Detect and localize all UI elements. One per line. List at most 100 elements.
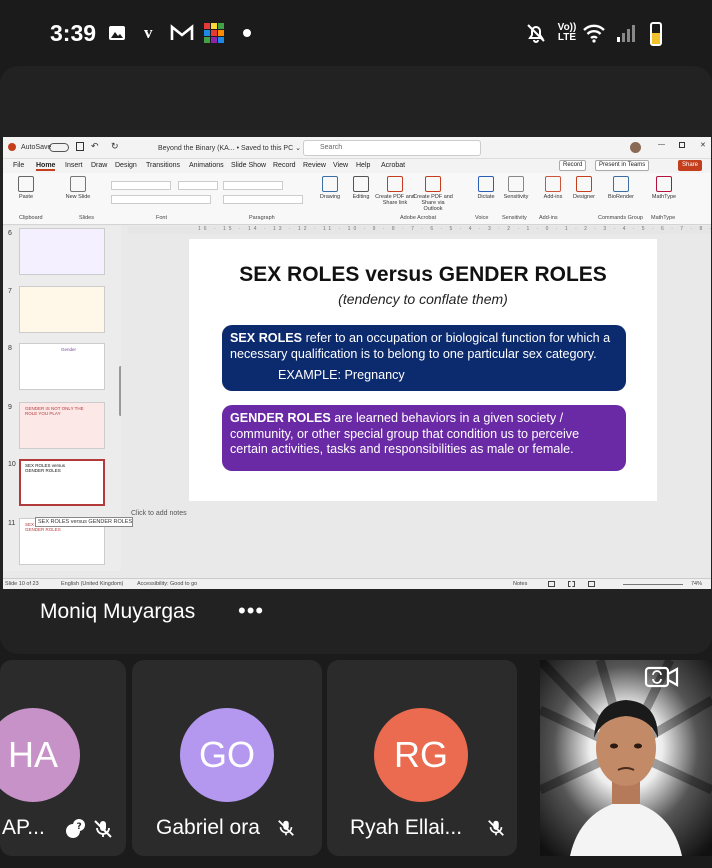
thumbnail-number: 11 — [8, 520, 16, 527]
switch-camera-icon[interactable] — [644, 666, 680, 688]
thumbnail-number: 10 — [8, 461, 16, 468]
menu-tab-help[interactable]: Help — [356, 162, 370, 169]
muted-mic-icon — [276, 818, 296, 840]
ribbon-control[interactable] — [223, 181, 283, 190]
ribbon-group-label: Clipboard — [19, 215, 43, 221]
ribbon-button-dictate[interactable]: Dictate — [471, 176, 501, 200]
zoom-level[interactable]: 74% — [691, 581, 702, 587]
normal-view-icon[interactable] — [548, 581, 555, 587]
mute-icon — [525, 22, 547, 44]
participant-name: Ryah Ellai... — [350, 816, 463, 839]
share-button[interactable]: Share — [678, 160, 703, 171]
slide-sorter-icon[interactable] — [568, 581, 575, 587]
ribbon-button-add-ins[interactable]: Add-ins — [538, 176, 568, 200]
ribbon-group-label: Add-ins — [539, 215, 558, 221]
avatar: GO — [180, 708, 274, 802]
self-video-image — [540, 660, 712, 856]
ribbon-group-label: Paragraph — [249, 215, 275, 221]
slide-thumbnail[interactable] — [19, 286, 105, 333]
autosave-label: AutoSave — [21, 144, 52, 151]
ribbon-button-editing[interactable]: Editing — [346, 176, 376, 200]
reading-view-icon[interactable] — [588, 581, 595, 587]
save-icon[interactable] — [76, 142, 84, 151]
search-input[interactable]: Search — [303, 140, 481, 156]
avatar: RG — [374, 708, 468, 802]
menu-tab-insert[interactable]: Insert — [65, 162, 83, 169]
participant-name: Gabriel ora — [156, 816, 260, 839]
ribbon-group-label: Slides — [79, 215, 94, 221]
ribbon-group-label: Commands Group — [598, 215, 643, 221]
redo-icon[interactable]: ↻ — [111, 141, 119, 152]
ribbon-button-biorender[interactable]: BioRender — [606, 176, 636, 200]
minimize-icon[interactable]: — — [658, 141, 665, 148]
clock: 3:39 — [50, 20, 97, 46]
slide-thumbnail[interactable] — [19, 228, 105, 275]
ribbon-control[interactable] — [111, 195, 211, 204]
thumbnails-scrollbar[interactable] — [119, 366, 121, 416]
restore-icon[interactable] — [679, 142, 685, 148]
thumbnail-number: 6 — [8, 230, 12, 237]
sex-roles-example: EXAMPLE: Pregnancy — [278, 368, 405, 382]
notes-placeholder[interactable]: Click to add notes — [131, 510, 187, 517]
ribbon-button-create-pdf-and-share-via-outlook[interactable]: Create PDF and Share via Outlook — [413, 176, 453, 212]
ribbon-control[interactable] — [178, 181, 218, 190]
ribbon-icon — [576, 176, 592, 192]
thumbnail-tooltip: SEX ROLES versus GENDER ROLES (... — [35, 517, 133, 527]
ribbon-button-paste[interactable]: Paste — [11, 176, 41, 200]
present-in-teams-button[interactable]: Present in Teams — [595, 160, 650, 171]
doc-title: Beyond the Binary (KA... • Saved to this… — [158, 145, 301, 152]
ribbon-button-mathtype[interactable]: MathType — [649, 176, 679, 200]
autosave-toggle[interactable] — [49, 143, 69, 152]
zoom-slider[interactable] — [623, 584, 683, 585]
signal-icon — [616, 22, 638, 44]
ribbon-icon — [425, 176, 441, 192]
record-button[interactable]: Record — [559, 160, 587, 171]
presenter-name: Moniq Muyargas — [40, 600, 196, 623]
accessibility-status[interactable]: Accessibility: Good to go — [137, 581, 197, 587]
ribbon-button-label: Paste — [18, 194, 34, 200]
notification-dot-icon — [242, 22, 252, 44]
ribbon-icon — [656, 176, 672, 192]
menu-tab-file[interactable]: File — [13, 162, 24, 169]
ribbon-control[interactable] — [223, 195, 303, 204]
menu-tab-review[interactable]: Review — [303, 162, 326, 169]
menu-tab-view[interactable]: View — [333, 162, 348, 169]
menu-tab-record[interactable]: Record — [273, 162, 296, 169]
menu-tab-draw[interactable]: Draw — [91, 162, 107, 169]
thumbnail-title: GENDER IS NOT ONLY THE ROLE YOU PLAY — [25, 406, 84, 416]
user-avatar[interactable] — [630, 142, 641, 153]
current-slide[interactable]: SEX ROLES versus GENDER ROLES (tendency … — [189, 239, 657, 501]
ribbon-button-label: MathType — [651, 194, 677, 200]
ribbon-group-label: Adobe Acrobat — [400, 215, 437, 221]
ribbon-button-label: Drawing — [319, 194, 341, 200]
muted-mic-icon — [486, 818, 506, 840]
menu-tab-acrobat[interactable]: Acrobat — [381, 162, 405, 169]
ribbon-group-label: Voice — [475, 215, 489, 221]
language-status[interactable]: English (United Kingdom) — [61, 581, 123, 587]
ppt-ribbon: Paste New Slide Drawing Editing Create PDF a… — [3, 173, 711, 225]
ribbon-button-create-pdf-and-share-link[interactable]: Create PDF and Share link — [375, 176, 415, 206]
slide-count: Slide 10 of 23 — [5, 581, 39, 587]
self-video-tile[interactable] — [540, 660, 712, 856]
avatar-initials: GO — [198, 734, 255, 775]
raised-hand-question-icon: ? — [62, 815, 88, 841]
notes-button[interactable]: Notes — [513, 581, 527, 587]
shared-screen[interactable]: AutoSave ↶ ↻ Beyond the Binary (KA... • … — [3, 137, 711, 589]
close-icon[interactable]: ✕ — [700, 141, 706, 149]
more-options-button[interactable]: ••• — [238, 598, 264, 624]
menu-tab-slide-show[interactable]: Slide Show — [231, 162, 266, 169]
menu-tab-design[interactable]: Design — [115, 162, 137, 169]
ribbon-button-label: Create PDF and Share via Outlook — [413, 194, 453, 212]
ribbon-control[interactable] — [111, 181, 171, 190]
menu-tab-transitions[interactable]: Transitions — [146, 162, 180, 169]
thumbnail-number: 8 — [8, 345, 12, 352]
thumbnail-title: SEX ROLES versus GENDER ROLES — [25, 463, 66, 473]
undo-icon[interactable]: ↶ — [91, 141, 99, 152]
menu-tab-animations[interactable]: Animations — [189, 162, 224, 169]
ribbon-button-designer[interactable]: Designer — [569, 176, 599, 200]
ribbon-icon — [478, 176, 494, 192]
ribbon-button-new-slide[interactable]: New Slide — [63, 176, 93, 200]
ribbon-button-drawing[interactable]: Drawing — [315, 176, 345, 200]
menu-tab-home[interactable]: Home — [36, 162, 56, 171]
ribbon-button-sensitivity[interactable]: Sensitivity — [501, 176, 531, 200]
